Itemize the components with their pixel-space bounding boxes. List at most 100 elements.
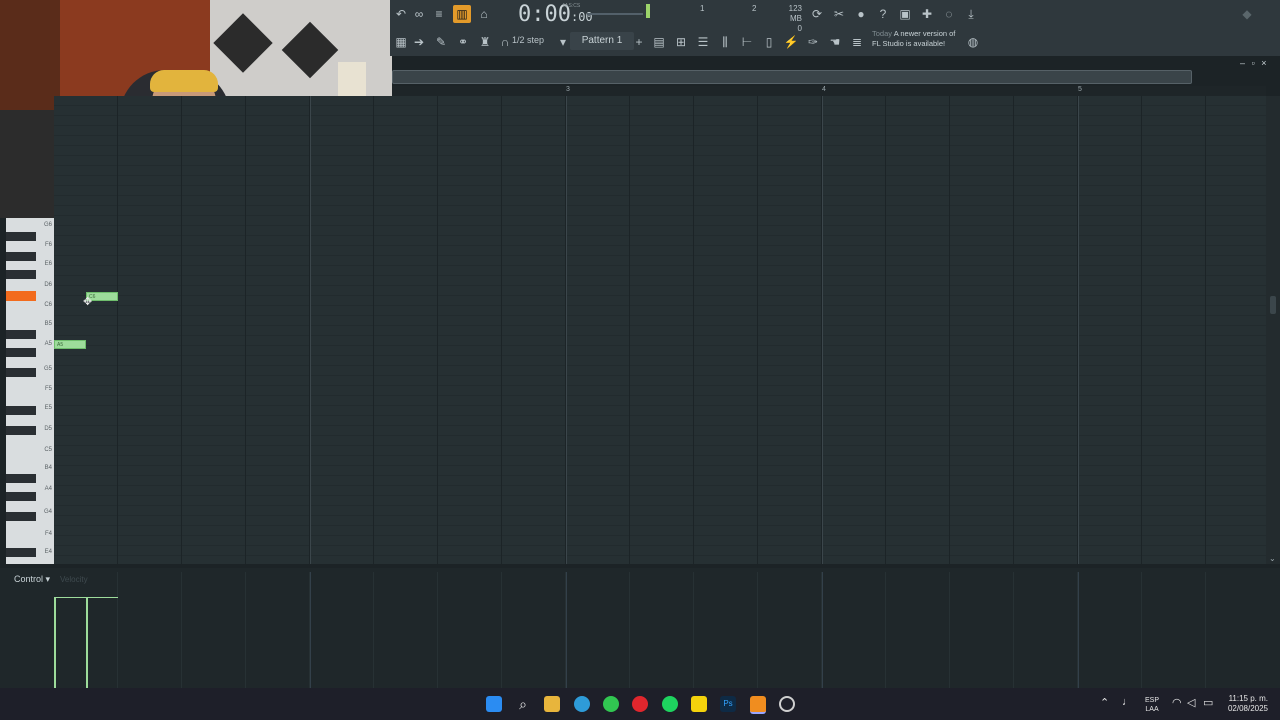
highlighted-key-c6[interactable] (6, 291, 36, 301)
mixer-icon[interactable]: ☰ (694, 33, 712, 51)
channel-rack-icon[interactable]: ⊞ (672, 33, 690, 51)
snap-selector[interactable]: 1/2 step (512, 35, 544, 45)
key-label: A5 (44, 341, 52, 347)
update-notice[interactable]: Today A newer version of FL Studio is av… (872, 29, 955, 49)
clock[interactable]: 11:15 p. m. 02/08/2025 (1224, 694, 1268, 714)
close-icon[interactable]: × (1261, 58, 1266, 68)
bar-number: 5 (1078, 86, 1082, 93)
chat-icon[interactable]: ◌ (940, 5, 958, 23)
step-edit-icon[interactable]: ≡ (430, 5, 448, 23)
link-icon[interactable]: ⚭ (454, 33, 472, 51)
edge-browser-icon[interactable] (574, 696, 590, 712)
vertical-scrollbar[interactable]: ⌄ (1266, 96, 1280, 564)
file-explorer-icon[interactable] (544, 696, 560, 712)
undo-icon[interactable]: ↶ (392, 5, 410, 23)
chevron-up-icon[interactable]: ⌃ (1100, 696, 1109, 709)
file-icon[interactable]: ▯ (760, 33, 778, 51)
piano-roll-grid[interactable] (54, 96, 1266, 564)
velocity-bar[interactable] (86, 598, 88, 688)
velocity-bar[interactable] (54, 598, 56, 688)
metronome-icon[interactable]: ⌂ (475, 5, 493, 23)
refresh-icon[interactable]: ⟳ (808, 5, 826, 23)
bar-number: 4 (822, 86, 826, 93)
timeline-ruler[interactable]: 3 4 5 (392, 86, 1266, 96)
event-editor-grid[interactable] (54, 572, 1266, 688)
black-key[interactable] (6, 474, 36, 483)
browser-icon[interactable]: ⊢ (738, 33, 756, 51)
pencil-icon[interactable]: ✎ (432, 33, 450, 51)
battery-icon[interactable]: ▭ (1203, 696, 1213, 709)
list-icon[interactable]: ≣ (848, 33, 866, 51)
black-key[interactable] (6, 368, 36, 377)
plugin-icon[interactable]: ✚ (918, 5, 936, 23)
key-label: C5 (44, 447, 52, 453)
playlist-icon[interactable]: ▤ (650, 33, 668, 51)
bar-line (822, 96, 823, 564)
minimize-icon[interactable]: – (1240, 58, 1245, 68)
bar-line (1078, 96, 1079, 564)
master-volume-knob[interactable] (646, 4, 650, 18)
sliders-icon[interactable]: ⫼ (716, 33, 734, 51)
save-icon[interactable]: ▣ (896, 5, 914, 23)
black-key[interactable] (6, 232, 36, 241)
window-controls: – ▫ × (1240, 58, 1280, 68)
help-icon[interactable]: ? (874, 5, 892, 23)
key-label: E6 (44, 261, 52, 267)
piano-keyboard[interactable]: G6 F6 E6 D6 C6 B5 A5 G5 F5 E5 D5 C5 B4 A… (6, 218, 54, 564)
microphone-icon[interactable]: ♩ (1122, 696, 1133, 708)
volume-icon[interactable]: ◁ (1187, 696, 1195, 709)
key-label: G4 (43, 509, 52, 515)
black-key[interactable] (6, 492, 36, 501)
key-label: B5 (44, 321, 52, 327)
black-key[interactable] (6, 512, 36, 521)
tools-icon[interactable]: ✑ (804, 33, 822, 51)
restore-icon[interactable]: ▫ (1252, 58, 1255, 68)
download-icon[interactable]: ⤓ (962, 5, 980, 23)
black-key[interactable] (6, 270, 36, 279)
search-icon[interactable]: ⌕ (515, 696, 531, 712)
whatsapp-icon[interactable] (603, 696, 619, 712)
key-label: F4 (44, 531, 52, 537)
black-key[interactable] (6, 330, 36, 339)
stamp-icon[interactable]: ♜ (476, 33, 494, 51)
fl-toolbar: ↶ ∞ ≡ ▥ ⌂ 0:00:00 M:S:CS 1 2 123 MB 0 ⟳ … (390, 0, 1280, 56)
midi-note[interactable]: A5 (54, 340, 86, 349)
loop-record-icon[interactable]: ∞ (410, 5, 428, 23)
black-key[interactable] (6, 548, 36, 557)
move-cursor-icon: ✥ (83, 296, 93, 308)
typing-keyboard-icon[interactable]: ▥ (453, 5, 471, 23)
obs-icon[interactable] (779, 696, 795, 712)
hand-icon[interactable]: ☚ (826, 33, 844, 51)
key-label: G6 (43, 222, 52, 228)
black-key[interactable] (6, 426, 36, 435)
add-pattern-icon[interactable]: + (630, 33, 648, 51)
key-label: B4 (44, 465, 52, 471)
wifi-icon[interactable]: ◠ (1172, 696, 1182, 709)
key-label: F6 (44, 242, 52, 248)
plug-icon[interactable]: ⚡ (782, 33, 800, 51)
velocity-label: Velocity (60, 575, 88, 584)
fl-studio-icon[interactable] (750, 696, 766, 714)
microphone-icon[interactable]: ● (852, 5, 870, 23)
opera-browser-icon[interactable] (632, 696, 648, 712)
bar-line (566, 96, 567, 564)
chevron-down-icon[interactable]: ⌄ (1269, 554, 1276, 563)
black-key[interactable] (6, 252, 36, 261)
globe-icon[interactable]: ◍ (964, 33, 982, 51)
spotify-icon[interactable] (662, 696, 678, 712)
cut-icon[interactable]: ✂ (830, 5, 848, 23)
control-selector[interactable]: Control ▾ (14, 574, 50, 585)
arrow-right-icon[interactable]: ➔ (410, 33, 428, 51)
master-volume-slider[interactable] (587, 13, 643, 15)
pattern-selector[interactable]: Pattern 1 (570, 32, 634, 50)
time-display[interactable]: 0:00:00 (518, 2, 593, 27)
sticky-notes-icon[interactable] (691, 696, 707, 712)
black-key[interactable] (6, 348, 36, 357)
black-key[interactable] (6, 406, 36, 415)
windows-start-icon[interactable] (486, 696, 502, 712)
piano-roll-icon[interactable]: ▦ (392, 33, 410, 51)
horizontal-scrollbar[interactable] (392, 70, 1192, 84)
language-indicator[interactable]: ESP LAA (1145, 696, 1159, 714)
photoshop-icon[interactable]: Ps (720, 696, 736, 712)
scroll-thumb[interactable] (1270, 296, 1276, 314)
